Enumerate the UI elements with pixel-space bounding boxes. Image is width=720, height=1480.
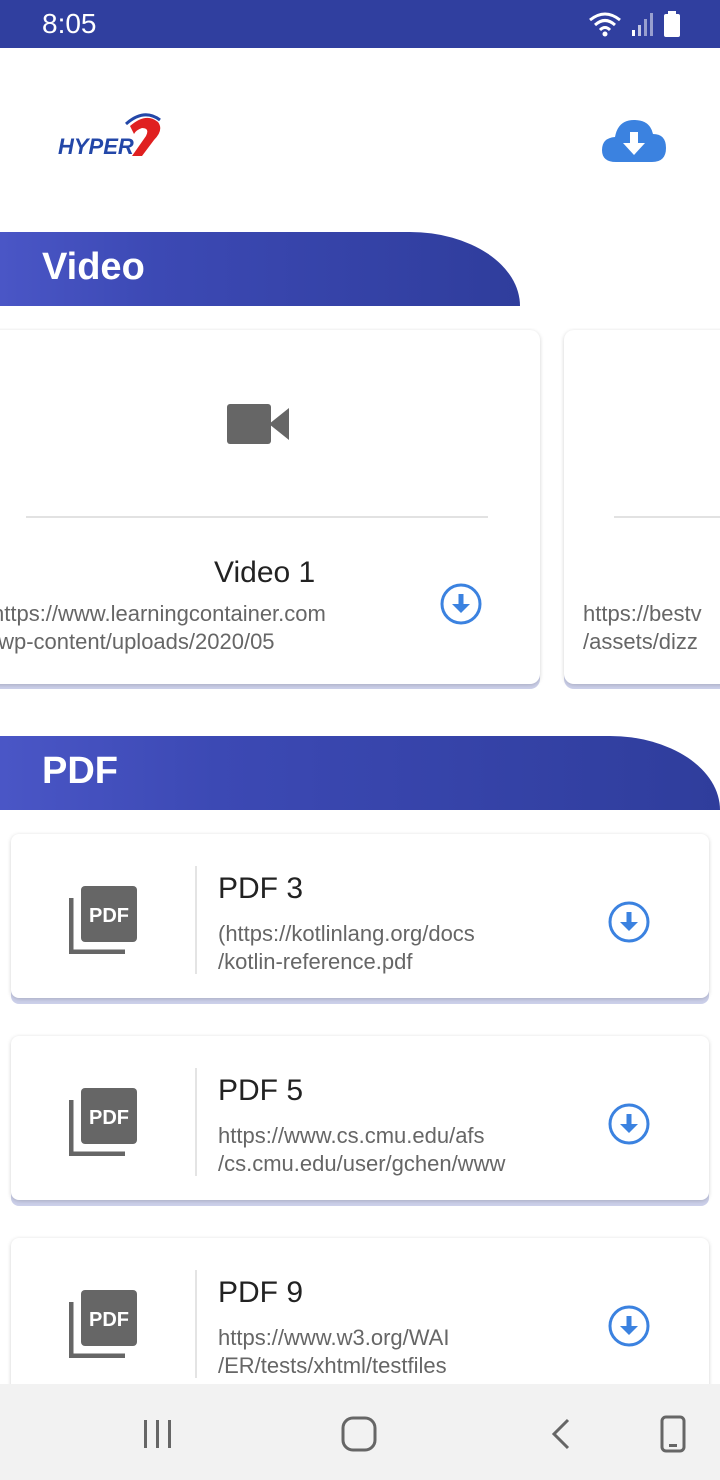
signal-icon bbox=[632, 13, 653, 36]
video-camera-icon bbox=[227, 404, 289, 444]
video-title: Video 1 bbox=[214, 556, 316, 589]
svg-text:PDF: PDF bbox=[89, 905, 129, 927]
video-card[interactable]: https://bestv /assets/dizz bbox=[564, 330, 720, 684]
video-url: https://www.learningcontainer.com /wp-co… bbox=[0, 600, 326, 656]
pdf-url-line1: https://www.cs.cmu.edu/afs bbox=[218, 1123, 485, 1148]
wifi-icon bbox=[589, 12, 621, 37]
status-time: 8:05 bbox=[42, 8, 97, 39]
home-icon[interactable] bbox=[337, 1414, 381, 1454]
pdf-card-divider bbox=[195, 1270, 197, 1378]
pdf-title: PDF 5 bbox=[218, 1074, 304, 1107]
download-icon[interactable] bbox=[607, 1102, 651, 1146]
download-icon[interactable] bbox=[607, 900, 651, 944]
video-carousel[interactable]: Video 1 https://www.learningcontainer.co… bbox=[0, 328, 720, 698]
pdf-card-divider bbox=[195, 866, 197, 974]
pdf-card[interactable]: PDF PDF 9 https://www.w3.org/WAI /ER/tes… bbox=[11, 1238, 709, 1402]
recent-apps-icon[interactable] bbox=[136, 1414, 180, 1454]
pdf-url: https://www.cs.cmu.edu/afs /cs.cmu.edu/u… bbox=[218, 1122, 505, 1178]
battery-icon bbox=[664, 11, 680, 37]
pdf-url: https://www.w3.org/WAI /ER/tests/xhtml/t… bbox=[218, 1324, 449, 1380]
pdf-url-line1: https://www.w3.org/WAI bbox=[218, 1325, 450, 1350]
video-url-line1: https://www.learningcontainer.com bbox=[0, 601, 326, 626]
system-nav-bar bbox=[0, 1384, 720, 1480]
hyper1-logo: HYPER bbox=[58, 113, 161, 159]
card-divider bbox=[26, 516, 488, 518]
pdf-url-line1: (https://kotlinlang.org/docs bbox=[218, 921, 475, 946]
pdf-url: (https://kotlinlang.org/docs /kotlin-ref… bbox=[218, 920, 475, 976]
video-section-title: Video bbox=[42, 246, 145, 288]
pdf-file-icon: PDF bbox=[69, 886, 137, 954]
pdf-title: PDF 9 bbox=[218, 1276, 304, 1309]
back-icon[interactable] bbox=[540, 1414, 584, 1454]
video-url-line1: https://bestv bbox=[583, 601, 702, 626]
pdf-url-line2: /ER/tests/xhtml/testfiles bbox=[218, 1353, 447, 1378]
video-url-line2: /wp-content/uploads/2020/05 bbox=[0, 629, 275, 654]
status-icons bbox=[588, 10, 680, 38]
video-url: https://bestv /assets/dizz bbox=[583, 600, 702, 656]
download-icon[interactable] bbox=[607, 1304, 651, 1348]
pdf-file-icon: PDF bbox=[69, 1088, 137, 1156]
pdf-url-line2: /cs.cmu.edu/user/gchen/www bbox=[218, 1151, 506, 1176]
svg-text:HYPER: HYPER bbox=[58, 134, 134, 159]
download-icon[interactable] bbox=[439, 582, 483, 626]
screen-icon[interactable] bbox=[650, 1414, 694, 1454]
pdf-url-line2: /kotlin-reference.pdf bbox=[218, 949, 413, 974]
pdf-title: PDF 3 bbox=[218, 872, 304, 905]
svg-text:PDF: PDF bbox=[89, 1107, 129, 1129]
video-card[interactable]: Video 1 https://www.learningcontainer.co… bbox=[0, 330, 540, 684]
pdf-card[interactable]: PDF PDF 5 https://www.cs.cmu.edu/afs /cs… bbox=[11, 1036, 709, 1200]
cloud-download-icon[interactable] bbox=[600, 114, 668, 166]
video-section-header: Video bbox=[0, 232, 520, 306]
pdf-file-icon: PDF bbox=[69, 1290, 137, 1358]
pdf-section-header: PDF bbox=[0, 736, 720, 810]
svg-text:PDF: PDF bbox=[89, 1309, 129, 1331]
status-bar: 8:05 bbox=[0, 0, 720, 48]
pdf-section-title: PDF bbox=[42, 750, 118, 792]
card-divider bbox=[614, 516, 720, 518]
video-url-line2: /assets/dizz bbox=[583, 629, 698, 654]
pdf-card-divider bbox=[195, 1068, 197, 1176]
pdf-card[interactable]: PDF PDF 3 (https://kotlinlang.org/docs /… bbox=[11, 834, 709, 998]
